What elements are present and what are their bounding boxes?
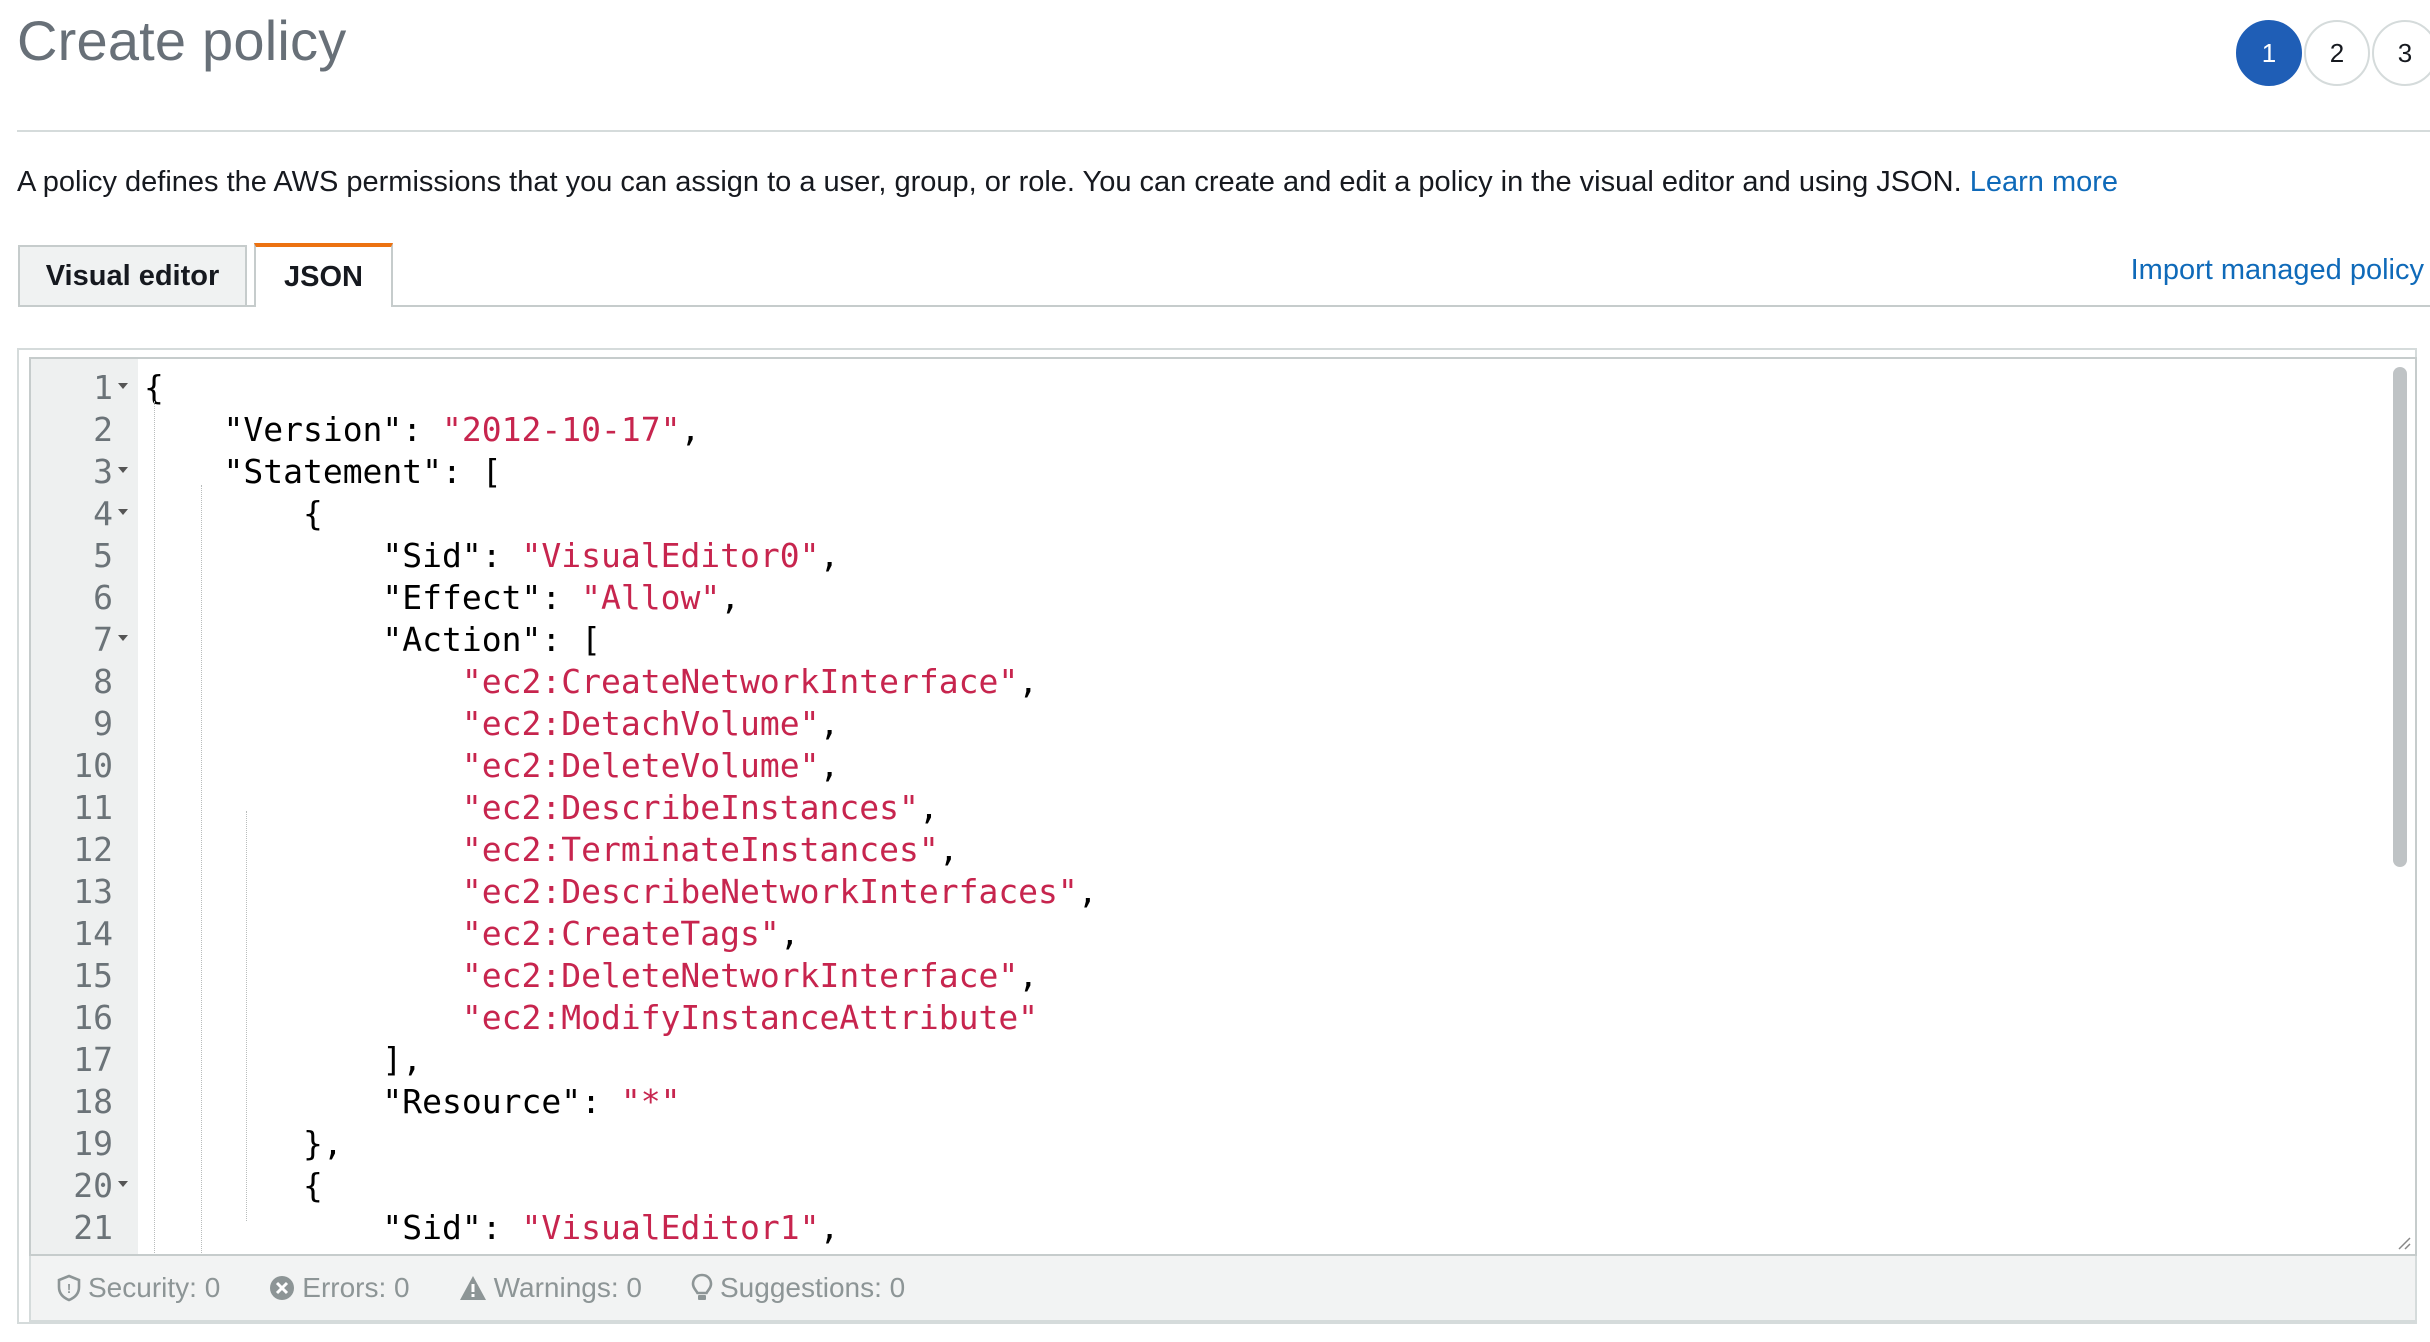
code-text: "ec2:DeleteVolume",: [461, 746, 840, 785]
code-text: },: [302, 1124, 343, 1163]
code-line[interactable]: 20 {: [31, 1165, 2415, 1207]
line-number: 14: [73, 914, 113, 953]
line-number: 12: [73, 830, 113, 869]
code-line[interactable]: 11 "ec2:DescribeInstances",: [31, 787, 2415, 829]
code-text: "Action": [: [382, 620, 601, 659]
line-number: 17: [73, 1040, 113, 1079]
validation-status-bar: ! Security: 0 Errors: 0 Warnings: 0 Sugg…: [29, 1256, 2417, 1322]
line-number: 1: [93, 368, 113, 407]
indent-guide: [246, 811, 247, 1221]
security-status[interactable]: ! Security: 0: [56, 1272, 220, 1304]
warnings-status[interactable]: Warnings: 0: [458, 1272, 642, 1304]
code-line[interactable]: 6 "Effect": "Allow",: [31, 577, 2415, 619]
code-line[interactable]: 3 "Statement": [: [31, 451, 2415, 493]
code-text: "Sid": "VisualEditor1",: [382, 1208, 840, 1247]
warning-icon: [459, 1276, 486, 1300]
step-2-indicator[interactable]: 2: [2304, 20, 2370, 86]
suggestions-count: Suggestions: 0: [720, 1272, 906, 1303]
code-text: "ec2:DetachVolume",: [461, 704, 840, 743]
code-line[interactable]: 2 "Version": "2012-10-17",: [31, 409, 2415, 451]
code-text: "ec2:CreateNetworkInterface",: [461, 662, 1039, 701]
code-text: "ec2:DescribeNetworkInterfaces",: [461, 872, 1098, 911]
line-number: 3: [93, 452, 113, 491]
tab-visual-editor[interactable]: Visual editor: [18, 245, 247, 306]
page-title: Create policy: [17, 9, 347, 72]
line-number: 10: [73, 746, 113, 785]
code-line[interactable]: 4 {: [31, 493, 2415, 535]
fold-arrow-icon[interactable]: [118, 467, 128, 473]
line-number: 13: [73, 872, 113, 911]
code-text: "Statement": [: [223, 452, 502, 491]
line-number: 9: [93, 704, 113, 743]
code-line[interactable]: 14 "ec2:CreateTags",: [31, 913, 2415, 955]
code-line[interactable]: 18 "Resource": "*": [31, 1081, 2415, 1123]
line-number: 11: [73, 788, 113, 827]
code-line[interactable]: 5 "Sid": "VisualEditor0",: [31, 535, 2415, 577]
line-number: 7: [93, 620, 113, 659]
code-line[interactable]: 8 "ec2:CreateNetworkInterface",: [31, 661, 2415, 703]
fold-arrow-icon[interactable]: [118, 635, 128, 641]
line-number: 4: [93, 494, 113, 533]
header-divider: [17, 130, 2430, 132]
line-number: 18: [73, 1082, 113, 1121]
code-line[interactable]: 19 },: [31, 1123, 2415, 1165]
code-line[interactable]: 10 "ec2:DeleteVolume",: [31, 745, 2415, 787]
code-text: "ec2:TerminateInstances",: [461, 830, 959, 869]
line-number: 16: [73, 998, 113, 1037]
errors-status[interactable]: Errors: 0: [268, 1272, 410, 1304]
code-line[interactable]: 13 "ec2:DescribeNetworkInterfaces",: [31, 871, 2415, 913]
line-number: 19: [73, 1124, 113, 1163]
code-text: "Resource": "*": [382, 1082, 681, 1121]
shield-icon: !: [57, 1274, 81, 1302]
code-line[interactable]: 16 "ec2:ModifyInstanceAttribute": [31, 997, 2415, 1039]
error-icon: [270, 1276, 295, 1300]
code-text: "Version": "2012-10-17",: [223, 410, 701, 449]
code-text: "ec2:DescribeInstances",: [461, 788, 939, 827]
code-line[interactable]: 15 "ec2:DeleteNetworkInterface",: [31, 955, 2415, 997]
line-number: 2: [93, 410, 113, 449]
line-number: 8: [93, 662, 113, 701]
code-text: {: [302, 494, 323, 533]
code-text: "Sid": "VisualEditor0",: [382, 536, 840, 575]
tab-json[interactable]: JSON: [254, 243, 393, 307]
intro-description: A policy defines the AWS permissions tha…: [17, 166, 1970, 198]
lightbulb-icon: [691, 1273, 713, 1300]
code-line[interactable]: 7 "Action": [: [31, 619, 2415, 661]
code-line[interactable]: 12 "ec2:TerminateInstances",: [31, 829, 2415, 871]
code-line[interactable]: 21 "Sid": "VisualEditor1",: [31, 1207, 2415, 1249]
code-text: "ec2:CreateTags",: [461, 914, 800, 953]
line-number: 5: [93, 536, 113, 575]
warnings-count: Warnings: 0: [493, 1272, 642, 1303]
code-text: "Effect": "Allow",: [382, 578, 741, 617]
line-number: 6: [93, 578, 113, 617]
code-text: "ec2:DeleteNetworkInterface",: [461, 956, 1039, 995]
errors-count: Errors: 0: [302, 1272, 410, 1303]
editor-scrollbar[interactable]: [2393, 367, 2407, 867]
security-count: Security: 0: [88, 1272, 221, 1303]
json-editor[interactable]: 1{2 "Version": "2012-10-17", 3 "Statement…: [29, 357, 2417, 1256]
resize-handle-icon[interactable]: [2395, 1234, 2411, 1250]
fold-arrow-icon[interactable]: [118, 383, 128, 389]
code-line[interactable]: 17 ],: [31, 1039, 2415, 1081]
code-area[interactable]: 1{2 "Version": "2012-10-17", 3 "Statement…: [31, 359, 2415, 1254]
fold-arrow-icon[interactable]: [118, 509, 128, 515]
indent-guide: [154, 401, 155, 1254]
intro-text: A policy defines the AWS permissions tha…: [17, 166, 2118, 199]
code-text: "ec2:ModifyInstanceAttribute": [461, 998, 1039, 1037]
line-number: 21: [73, 1208, 113, 1247]
fold-arrow-icon[interactable]: [118, 1181, 128, 1187]
suggestions-status[interactable]: Suggestions: 0: [690, 1272, 905, 1304]
import-managed-policy-link[interactable]: Import managed policy: [2131, 254, 2424, 287]
code-text: ],: [382, 1040, 423, 1079]
learn-more-link[interactable]: Learn more: [1970, 166, 2118, 198]
step-1-indicator[interactable]: 1: [2236, 20, 2302, 86]
indent-guide: [201, 485, 202, 1254]
code-line[interactable]: 1{: [31, 367, 2415, 409]
code-text: {: [302, 1166, 323, 1205]
svg-text:!: !: [67, 1281, 71, 1296]
line-number: 15: [73, 956, 113, 995]
step-3-indicator[interactable]: 3: [2372, 20, 2430, 86]
line-number: 20: [73, 1166, 113, 1205]
code-line[interactable]: 9 "ec2:DetachVolume",: [31, 703, 2415, 745]
